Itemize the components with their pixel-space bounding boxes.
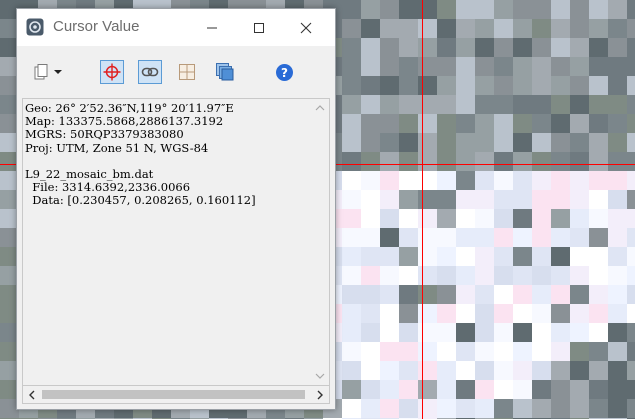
copy-dropdown-button[interactable] xyxy=(27,60,67,84)
window-title: Cursor Value xyxy=(53,18,140,35)
minimize-icon xyxy=(207,27,217,28)
proj-line: Proj: UTM, Zone 51 N, WGS-84 xyxy=(25,140,209,155)
help-icon: ? xyxy=(275,63,293,81)
chevron-down-icon xyxy=(315,373,325,379)
scrollbar-thumb[interactable] xyxy=(42,390,305,399)
data-line: Data: [0.230457, 0.208265, 0.160112] xyxy=(25,193,256,208)
scroll-up-button[interactable] xyxy=(313,101,327,115)
scroll-left-button[interactable] xyxy=(25,388,39,402)
crosshair-vertical-line xyxy=(422,0,423,419)
layers-button[interactable] xyxy=(213,60,237,84)
chevron-down-icon xyxy=(53,70,62,74)
horizontal-scrollbar[interactable] xyxy=(22,386,330,404)
title-bar[interactable]: Cursor Value xyxy=(17,9,335,46)
scroll-down-button[interactable] xyxy=(313,369,327,383)
chevron-left-icon xyxy=(29,390,35,400)
svg-text:?: ? xyxy=(281,66,288,80)
toolbar: ? xyxy=(17,46,335,98)
close-button[interactable] xyxy=(283,9,329,46)
chevron-right-icon xyxy=(317,390,323,400)
maximize-icon xyxy=(254,22,264,33)
layers-icon xyxy=(216,63,234,81)
scroll-right-button[interactable] xyxy=(313,388,327,402)
grid-button[interactable] xyxy=(175,60,199,84)
chevron-up-icon xyxy=(315,105,325,111)
close-icon xyxy=(300,22,312,33)
copy-icon xyxy=(34,64,47,80)
grid-icon xyxy=(179,64,195,80)
help-button[interactable]: ? xyxy=(272,60,296,84)
link-icon xyxy=(141,67,159,77)
maximize-button[interactable] xyxy=(236,9,282,46)
minimize-button[interactable] xyxy=(189,9,235,46)
readout-text: Geo: 26° 2′52.36″N,119° 20′11.97″E Map: 1… xyxy=(25,101,256,208)
mgrs-line: MGRS: 50RQP3379383080 xyxy=(25,127,184,142)
link-button[interactable] xyxy=(138,60,162,84)
crosshair-button[interactable] xyxy=(100,60,124,84)
crosshair-icon xyxy=(103,63,121,81)
cursor-value-window: Cursor Value ? Geo: 26° 2′52.36″N,119° 2… xyxy=(16,8,336,410)
readout-text-area[interactable]: Geo: 26° 2′52.36″N,119° 20′11.97″E Map: 1… xyxy=(22,98,330,386)
app-icon xyxy=(26,18,44,36)
